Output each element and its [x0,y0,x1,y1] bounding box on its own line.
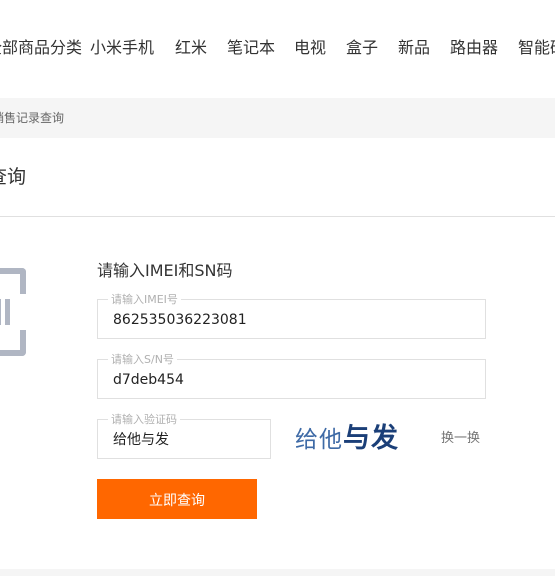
scan-bar [0,299,1,325]
top-nav: 全部商品分类 小米手机 红米 笔记本 电视 盒子 新品 路由器 智能硬件 [0,0,555,98]
nav-item-smart-hardware[interactable]: 智能硬件 [518,38,555,58]
scan-corner-top [0,268,26,294]
nav-item-mi-phone[interactable]: 小米手机 [90,38,154,58]
divider [0,216,555,217]
scan-frame-icon [0,268,26,356]
nav-item-all-categories[interactable]: 全部商品分类 [0,38,82,58]
breadcrumb[interactable]: 销售记录查询 [0,110,64,126]
imei-field[interactable]: 请输入IMEI号 862535036223081 [97,293,486,339]
nav-item-box[interactable]: 盒子 [346,38,378,58]
nav-item-router[interactable]: 路由器 [450,38,498,58]
captcha-field-value[interactable]: 给他与发 [113,431,169,449]
sn-field-label: 请输入S/N号 [108,353,177,366]
breadcrumb-bar: 销售记录查询 [0,98,555,138]
captcha-image-text: 给他与发 [295,423,399,454]
footer-strip [0,569,555,576]
page-title: 查询 [0,166,27,188]
captcha-field[interactable]: 请输入验证码 给他与发 [97,413,271,459]
submit-query-button[interactable]: 立即查询 [97,479,257,519]
captcha-image[interactable]: 给他与发 [295,420,419,458]
imei-field-value[interactable]: 862535036223081 [113,311,247,329]
sn-field[interactable]: 请输入S/N号 d7deb454 [97,353,486,399]
captcha-image-part-a: 给他 [295,427,343,453]
nav-item-tv[interactable]: 电视 [294,38,326,58]
scan-corner-bottom [0,330,26,356]
sn-field-value[interactable]: d7deb454 [113,371,184,389]
nav-item-redmi[interactable]: 红米 [175,38,207,58]
imei-field-label: 请输入IMEI号 [108,293,181,306]
scan-bar [5,299,10,325]
nav-item-new[interactable]: 新品 [398,38,430,58]
captcha-field-label: 请输入验证码 [108,413,180,426]
form-heading: 请输入IMEI和SN码 [97,261,233,280]
captcha-image-part-b: 与发 [343,423,399,454]
refresh-captcha-link[interactable]: 换一换 [441,430,480,448]
nav-item-laptop[interactable]: 笔记本 [227,38,275,58]
